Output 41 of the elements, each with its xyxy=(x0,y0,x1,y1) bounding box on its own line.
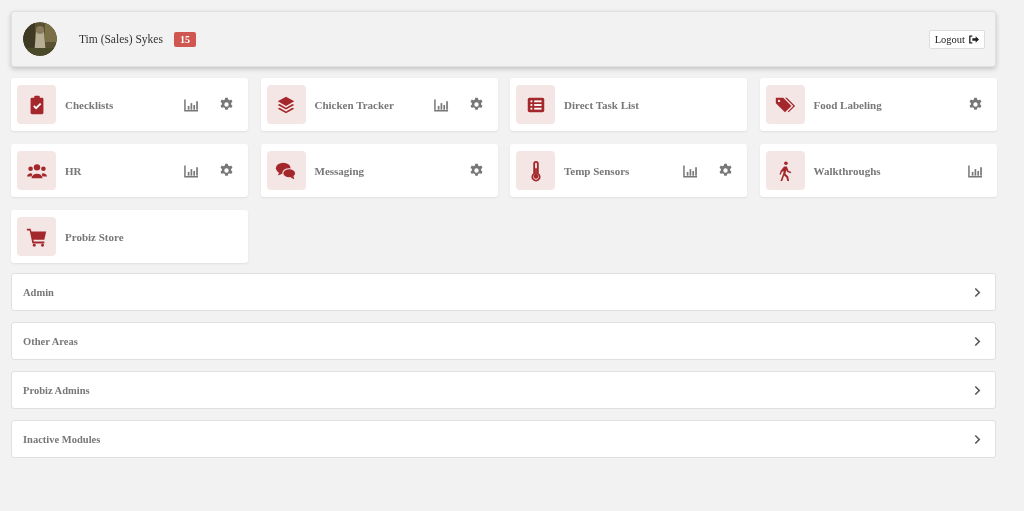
collapsible-section[interactable]: Probiz Admins xyxy=(11,371,996,409)
notification-count[interactable]: 15 xyxy=(173,31,196,47)
module-card[interactable]: Probiz Store xyxy=(11,210,248,263)
module-card[interactable]: Messaging xyxy=(260,144,498,197)
logout-button[interactable]: Logout xyxy=(928,29,985,49)
user-name: Tim (Sales) Sykes xyxy=(79,33,163,45)
logout-icon xyxy=(969,34,979,44)
settings-icon[interactable] xyxy=(967,97,983,112)
module-card[interactable]: Checklists xyxy=(11,78,248,131)
module-name: Direct Task List xyxy=(564,98,639,111)
collapsible-section[interactable]: Other Areas xyxy=(11,322,996,360)
settings-icon[interactable] xyxy=(468,97,484,112)
module-name: Walkthroughs xyxy=(813,164,881,177)
module-name: Chicken Tracker xyxy=(314,98,394,111)
section-title: Other Areas xyxy=(23,335,78,347)
collapsible-section[interactable]: Inactive Modules xyxy=(11,420,996,458)
module-name: HR xyxy=(65,164,82,177)
module-name: Food Labeling xyxy=(813,98,882,111)
section-title: Admin xyxy=(23,286,54,298)
bar-chart-icon[interactable] xyxy=(184,163,199,178)
settings-icon[interactable] xyxy=(718,163,733,178)
section-title: Probiz Admins xyxy=(23,384,90,396)
module-name: Probiz Store xyxy=(65,230,124,243)
bar-chart-icon[interactable] xyxy=(433,97,449,112)
module-card[interactable]: Walkthroughs xyxy=(759,144,997,197)
settings-icon[interactable] xyxy=(468,163,484,178)
module-card[interactable]: Chicken Tracker xyxy=(260,78,498,131)
collapsible-section[interactable]: Admin xyxy=(11,273,996,311)
bar-chart-icon[interactable] xyxy=(967,163,983,178)
section-title: Inactive Modules xyxy=(23,433,101,445)
bar-chart-icon[interactable] xyxy=(184,97,199,112)
module-name: Messaging xyxy=(314,164,364,177)
module-card[interactable]: HR xyxy=(11,144,248,197)
settings-icon[interactable] xyxy=(219,163,234,178)
module-card[interactable]: Direct Task List xyxy=(510,78,747,131)
module-name: Checklists xyxy=(65,98,114,111)
module-card[interactable]: Food Labeling xyxy=(759,78,997,131)
module-name: Temp Sensors xyxy=(564,164,630,177)
bar-chart-icon[interactable] xyxy=(683,163,698,178)
module-card[interactable]: Temp Sensors xyxy=(510,144,747,197)
settings-icon[interactable] xyxy=(219,97,234,112)
